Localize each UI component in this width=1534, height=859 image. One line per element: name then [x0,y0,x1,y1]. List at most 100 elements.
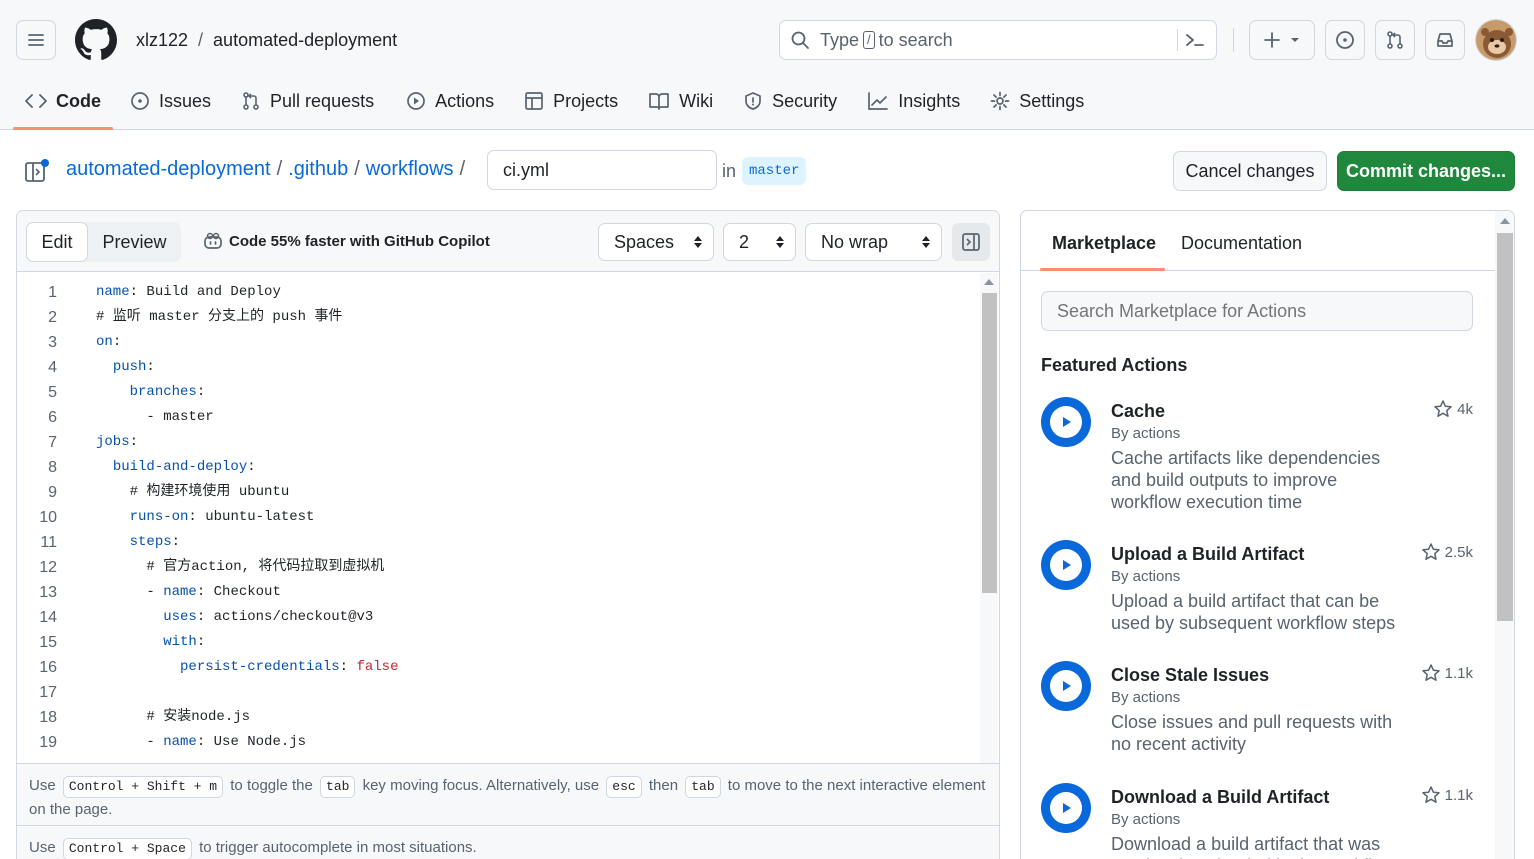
line-text: - master [96,405,213,430]
code-line[interactable]: 4 push: [17,355,979,380]
code-token: # 官方action, 将代码拉取到虚拟机 [146,559,385,575]
code-line[interactable]: 6 - master [17,405,979,430]
code-token: build-and-deploy [112,459,248,475]
command-palette-icon[interactable] [1184,30,1206,50]
repo-link[interactable]: automated-deployment [213,30,397,51]
path-workflows-link[interactable]: workflows [366,158,454,181]
tab-projects[interactable]: Projects [512,78,630,124]
tab-code[interactable]: Code [13,78,113,130]
tab-insights[interactable]: Insights [855,78,972,124]
menu-button[interactable] [16,20,56,60]
code-token: steps [129,534,172,550]
commit-changes-button[interactable]: Commit changes... [1337,151,1515,191]
create-new-button[interactable] [1249,20,1315,60]
line-text: uses: actions/checkout@v3 [96,605,373,630]
code-token: - [96,734,164,750]
tab-marketplace[interactable]: Marketplace [1039,233,1166,271]
tab-settings[interactable]: Settings [978,78,1096,124]
code-icon [25,94,47,108]
action-stars: 2.5k [1421,542,1473,562]
code-line[interactable]: 10 runs-on: ubuntu-latest [17,505,979,530]
your-pull-requests-button[interactable] [1375,20,1415,60]
line-number: 9 [48,484,57,501]
tab-issues[interactable]: Issues [118,78,223,124]
code-line[interactable]: 7 jobs: [17,430,979,455]
tab-pull-requests[interactable]: Pull requests [229,78,386,124]
action-name[interactable]: Upload a Build Artifact [1111,544,1304,565]
cancel-changes-button[interactable]: Cancel changes [1173,151,1327,191]
code-line[interactable]: 14 uses: actions/checkout@v3 [17,605,979,630]
global-search-input[interactable]: Type / to search [779,20,1217,60]
sidebar-toggle-button[interactable] [952,223,990,261]
user-avatar[interactable] [1475,19,1517,61]
file-tree-toggle-icon[interactable] [24,159,50,185]
code-line[interactable]: 19 - name: Use Node.js [17,730,979,755]
owner-link[interactable]: xlz122 [136,30,188,51]
code-token: Checkout [213,584,281,600]
code-content[interactable]: 1 name: Build and Deploy 2 # 监听 master 分支上的… [17,273,979,763]
tab-wiki[interactable]: Wiki [636,78,725,124]
line-number: 3 [48,334,57,351]
scroll-up-arrow[interactable] [1500,218,1510,224]
path-repo-link[interactable]: automated-deployment [66,158,271,181]
code-line[interactable]: 1 name: Build and Deploy [17,280,979,305]
action-name[interactable]: Download a Build Artifact [1111,787,1329,808]
tab-edit[interactable]: Edit [26,222,88,262]
code-line[interactable]: 16 persist-credentials: false [17,655,979,680]
code-token: name [96,284,130,300]
code-line[interactable]: 8 build-and-deploy: [17,455,979,480]
your-issues-button[interactable] [1325,20,1365,60]
tab-preview[interactable]: Preview [88,222,181,262]
tab-code-label: Code [56,90,101,111]
action-author: By actions [1111,568,1181,585]
filename-input[interactable] [487,150,717,190]
scrollbar-thumb[interactable] [1497,233,1513,621]
code-line[interactable]: 11 steps: [17,530,979,555]
line-text: runs-on: ubuntu-latest [96,505,315,530]
code-line[interactable]: 9 # 构建环境使用 ubuntu [17,480,979,505]
github-logo-icon[interactable] [75,19,117,61]
wrap-mode-select[interactable]: No wrap [805,223,942,261]
code-line[interactable]: 13 - name: Checkout [17,580,979,605]
hint-text: to toggle the [230,777,313,794]
indent-mode-value: Spaces [614,231,675,252]
code-line[interactable]: 17 [17,680,979,705]
code-line[interactable]: 18 # 安装node.js [17,705,979,730]
search-divider [1177,29,1178,51]
code-token: actions/checkout@v3 [213,609,374,625]
marketplace-scrollbar[interactable] [1495,211,1514,859]
scroll-up-arrow[interactable] [984,279,994,285]
code-line[interactable]: 15 with: [17,630,979,655]
indent-mode-select[interactable]: Spaces [598,223,714,261]
indent-size-select[interactable]: 2 [723,223,796,261]
action-play-icon-inner [1050,792,1082,824]
notifications-button[interactable] [1425,20,1465,60]
kbd-key: Control + Shift + m [62,776,224,798]
scrollbar-thumb[interactable] [982,293,997,593]
code-token: : [196,584,214,600]
path-github-link[interactable]: .github [288,158,348,181]
action-name[interactable]: Close Stale Issues [1111,665,1269,686]
code-token: false [356,659,399,675]
header-divider [1233,28,1234,52]
tab-documentation[interactable]: Documentation [1181,233,1302,254]
tab-actions[interactable]: Actions [394,78,506,124]
code-line[interactable]: 3 on: [17,330,979,355]
action-name[interactable]: Cache [1111,401,1165,422]
copilot-promo[interactable]: Code 55% faster with GitHub Copilot [203,232,490,250]
code-line[interactable]: 2 # 监听 master 分支上的 push 事件 [17,305,979,330]
action-stars: 4k [1433,399,1473,419]
copilot-icon [204,232,222,249]
editor-scrollbar[interactable] [980,273,998,763]
code-line[interactable]: 5 branches: [17,380,979,405]
marketplace-search-input[interactable] [1041,291,1473,331]
kbd-key: esc [606,776,642,798]
line-number: 15 [39,634,57,651]
tab-security[interactable]: Security [731,78,849,124]
star-icon [1421,543,1440,560]
code-line[interactable]: 12 # 官方action, 将代码拉取到虚拟机 [17,555,979,580]
